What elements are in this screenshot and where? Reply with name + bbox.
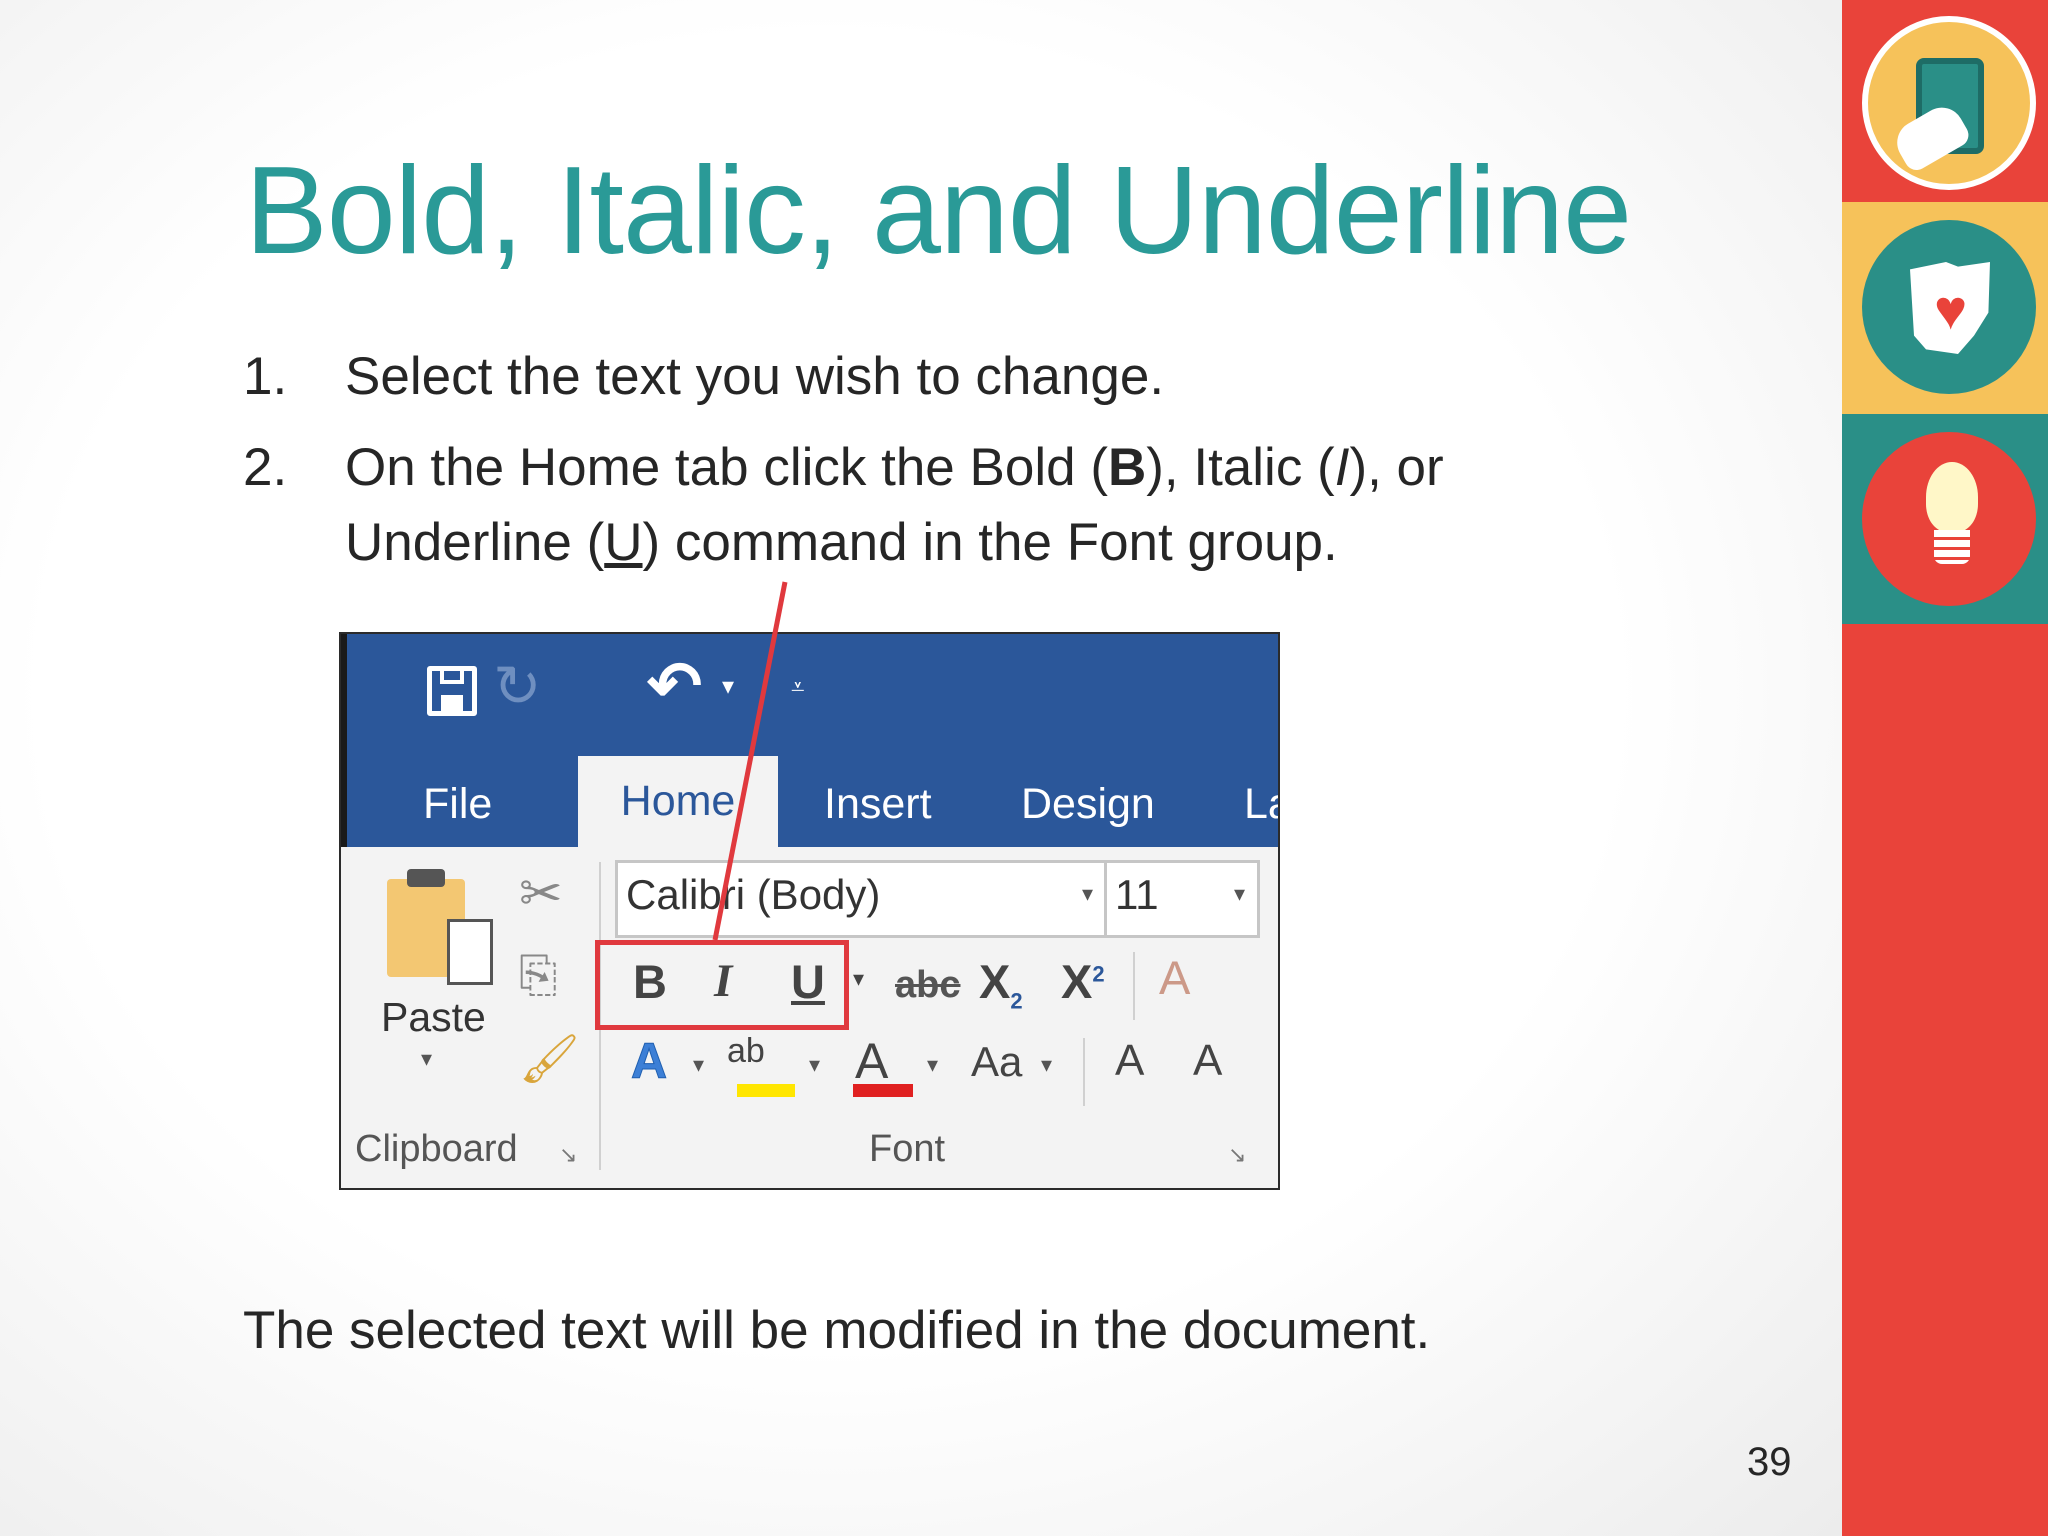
- tab-layout[interactable]: La: [1244, 762, 1278, 847]
- slide: Bold, Italic, and Underline 1. Select th…: [0, 0, 1842, 1536]
- font-name-value: Calibri (Body): [626, 871, 881, 918]
- word-ribbon-screenshot: ↻ ↶ ▾ ⩡ File Home Insert Design La Paste…: [339, 632, 1280, 1190]
- cut-icon[interactable]: ✂: [519, 864, 563, 924]
- save-icon[interactable]: [427, 666, 477, 716]
- subscript-base: X: [979, 955, 1011, 1008]
- paste-button[interactable]: Paste: [381, 994, 486, 1041]
- chevron-down-icon[interactable]: ▾: [1234, 881, 1245, 907]
- paste-dropdown-icon[interactable]: ▾: [421, 1046, 432, 1072]
- step-text-part: ), Italic (: [1146, 438, 1335, 497]
- ribbon-title-bar: ↻ ↶ ▾ ⩡ File Home Insert Design La: [341, 634, 1278, 847]
- highlight-color-bar: [737, 1084, 795, 1097]
- font-size-select[interactable]: 11 ▾: [1104, 860, 1260, 938]
- bold-letter: B: [1107, 438, 1147, 497]
- chevron-down-icon[interactable]: ▾: [809, 1052, 820, 1078]
- underline-dropdown-icon[interactable]: ▾: [853, 966, 864, 992]
- ohio-heart-icon: ♥: [1862, 220, 2036, 394]
- step-text-part: ) command in the Font group.: [642, 513, 1338, 572]
- copy-icon[interactable]: ⎘: [519, 948, 557, 1004]
- step-text: On the Home tab click the Bold (B), Ital…: [345, 430, 1565, 580]
- undo-icon[interactable]: ↶: [647, 652, 702, 718]
- grow-font-icon[interactable]: A: [1115, 1036, 1144, 1086]
- superscript-digit: 2: [1092, 961, 1105, 987]
- strikethrough-button[interactable]: abc: [895, 964, 960, 1007]
- subscript-button[interactable]: X2: [979, 954, 1023, 1014]
- subscript-digit: 2: [1010, 988, 1023, 1014]
- undo-dropdown-icon[interactable]: ▾: [722, 672, 734, 701]
- font-group-label: Font: [869, 1128, 946, 1170]
- paste-document-icon: [447, 919, 493, 985]
- italic-letter: I: [1334, 438, 1350, 497]
- text-effects-icon[interactable]: A: [630, 1032, 667, 1090]
- font-color-icon[interactable]: A: [855, 1032, 888, 1090]
- chevron-down-icon[interactable]: ▾: [927, 1052, 938, 1078]
- font-color-bar: [853, 1084, 913, 1097]
- heart-shape: ♥: [1934, 278, 1968, 341]
- superscript-base: X: [1061, 955, 1093, 1008]
- group-divider: [1133, 952, 1135, 1020]
- step-number: 1.: [243, 347, 288, 406]
- customize-quick-access-icon[interactable]: ⩡: [791, 674, 805, 702]
- clear-formatting-icon[interactable]: A: [1159, 950, 1190, 1005]
- font-size-value: 11: [1115, 871, 1159, 918]
- clipboard-group-label: Clipboard: [355, 1128, 518, 1170]
- highlight-icon[interactable]: ab: [727, 1032, 765, 1071]
- step-text: Select the text you wish to change.: [345, 347, 1165, 406]
- group-divider: [1083, 1038, 1085, 1106]
- font-launcher-icon[interactable]: ↘: [1228, 1142, 1246, 1168]
- tab-insert[interactable]: Insert: [824, 762, 932, 847]
- chevron-down-icon[interactable]: ▾: [693, 1052, 704, 1078]
- bulb-base-shape: [1934, 530, 1970, 564]
- font-name-select[interactable]: Calibri (Body) ▾: [615, 860, 1108, 938]
- page-number: 39: [1747, 1440, 1792, 1484]
- clipboard-launcher-icon[interactable]: ↘: [559, 1142, 577, 1168]
- chevron-down-icon[interactable]: ▾: [1041, 1052, 1052, 1078]
- tab-home[interactable]: Home: [578, 756, 778, 847]
- tab-file[interactable]: File: [423, 762, 492, 847]
- decorative-sidebar: ♥: [1842, 0, 2048, 1536]
- slide-title: Bold, Italic, and Underline: [245, 142, 1632, 280]
- redo-icon[interactable]: ↻: [493, 658, 542, 716]
- shrink-font-icon[interactable]: A: [1193, 1036, 1222, 1086]
- superscript-button[interactable]: X2: [1061, 954, 1105, 1009]
- bulb-shape: [1926, 462, 1978, 532]
- tab-design[interactable]: Design: [1021, 762, 1155, 847]
- tablet-touch-icon: [1862, 16, 2036, 190]
- bold-italic-underline-highlight: [595, 940, 849, 1030]
- step-number: 2.: [243, 438, 288, 497]
- change-case-button[interactable]: Aa: [971, 1038, 1022, 1086]
- underline-letter: U: [604, 513, 643, 572]
- lightbulb-icon: [1862, 432, 2036, 606]
- chevron-down-icon[interactable]: ▾: [1082, 881, 1093, 907]
- step-3: The selected text will be modified in th…: [243, 1301, 1431, 1360]
- format-painter-icon[interactable]: 🖌: [519, 1030, 580, 1087]
- step-text-part: On the Home tab click the Bold (: [345, 438, 1108, 497]
